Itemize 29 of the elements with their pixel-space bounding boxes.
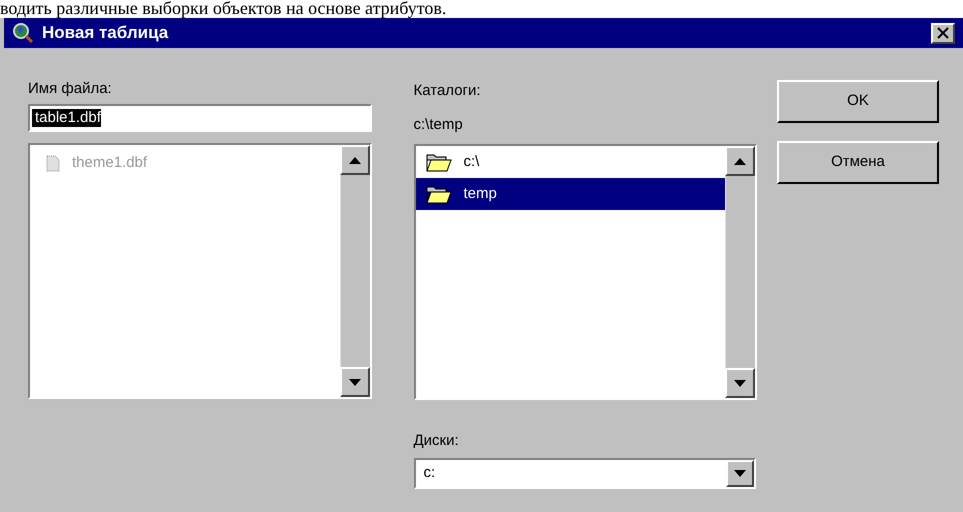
folder-icon (426, 152, 452, 172)
scroll-up-button[interactable] (725, 146, 755, 176)
up-arrow-icon (734, 158, 746, 164)
drive-dropdown[interactable]: c: (414, 458, 756, 489)
up-arrow-icon (348, 156, 360, 164)
file-name-field[interactable]: table1.dbf (28, 104, 372, 132)
directory-item[interactable]: c:\ (416, 146, 725, 178)
field-label: Каталоги: (414, 81, 482, 101)
document-text: водить различные выборки объектов на основе атрибутов. (0, 0, 448, 16)
scroll-up-button[interactable] (340, 145, 370, 175)
directory-item[interactable]: temp (416, 178, 725, 210)
current-path: c:\temp (414, 115, 464, 135)
down-arrow-icon (348, 378, 360, 386)
down-arrow-icon (734, 470, 746, 477)
field-label: Имя файла: (28, 79, 113, 99)
dialog-button[interactable]: Отмена (777, 141, 939, 184)
file-icon (46, 154, 60, 172)
window-title: Новая таблица (42, 22, 170, 44)
globe-magnifier-icon (12, 22, 34, 44)
close-button[interactable] (931, 22, 955, 44)
scroll-down-button[interactable] (340, 367, 370, 397)
dialog-button[interactable]: OK (777, 80, 939, 123)
close-icon (937, 27, 949, 39)
folder-icon (426, 184, 452, 204)
scroll-down-button[interactable] (725, 368, 755, 398)
field-label: Диски: (414, 431, 460, 451)
down-arrow-icon (734, 380, 746, 386)
directory-list[interactable]: c:\ temp (414, 144, 757, 400)
dropdown-arrow-button[interactable] (726, 460, 754, 487)
